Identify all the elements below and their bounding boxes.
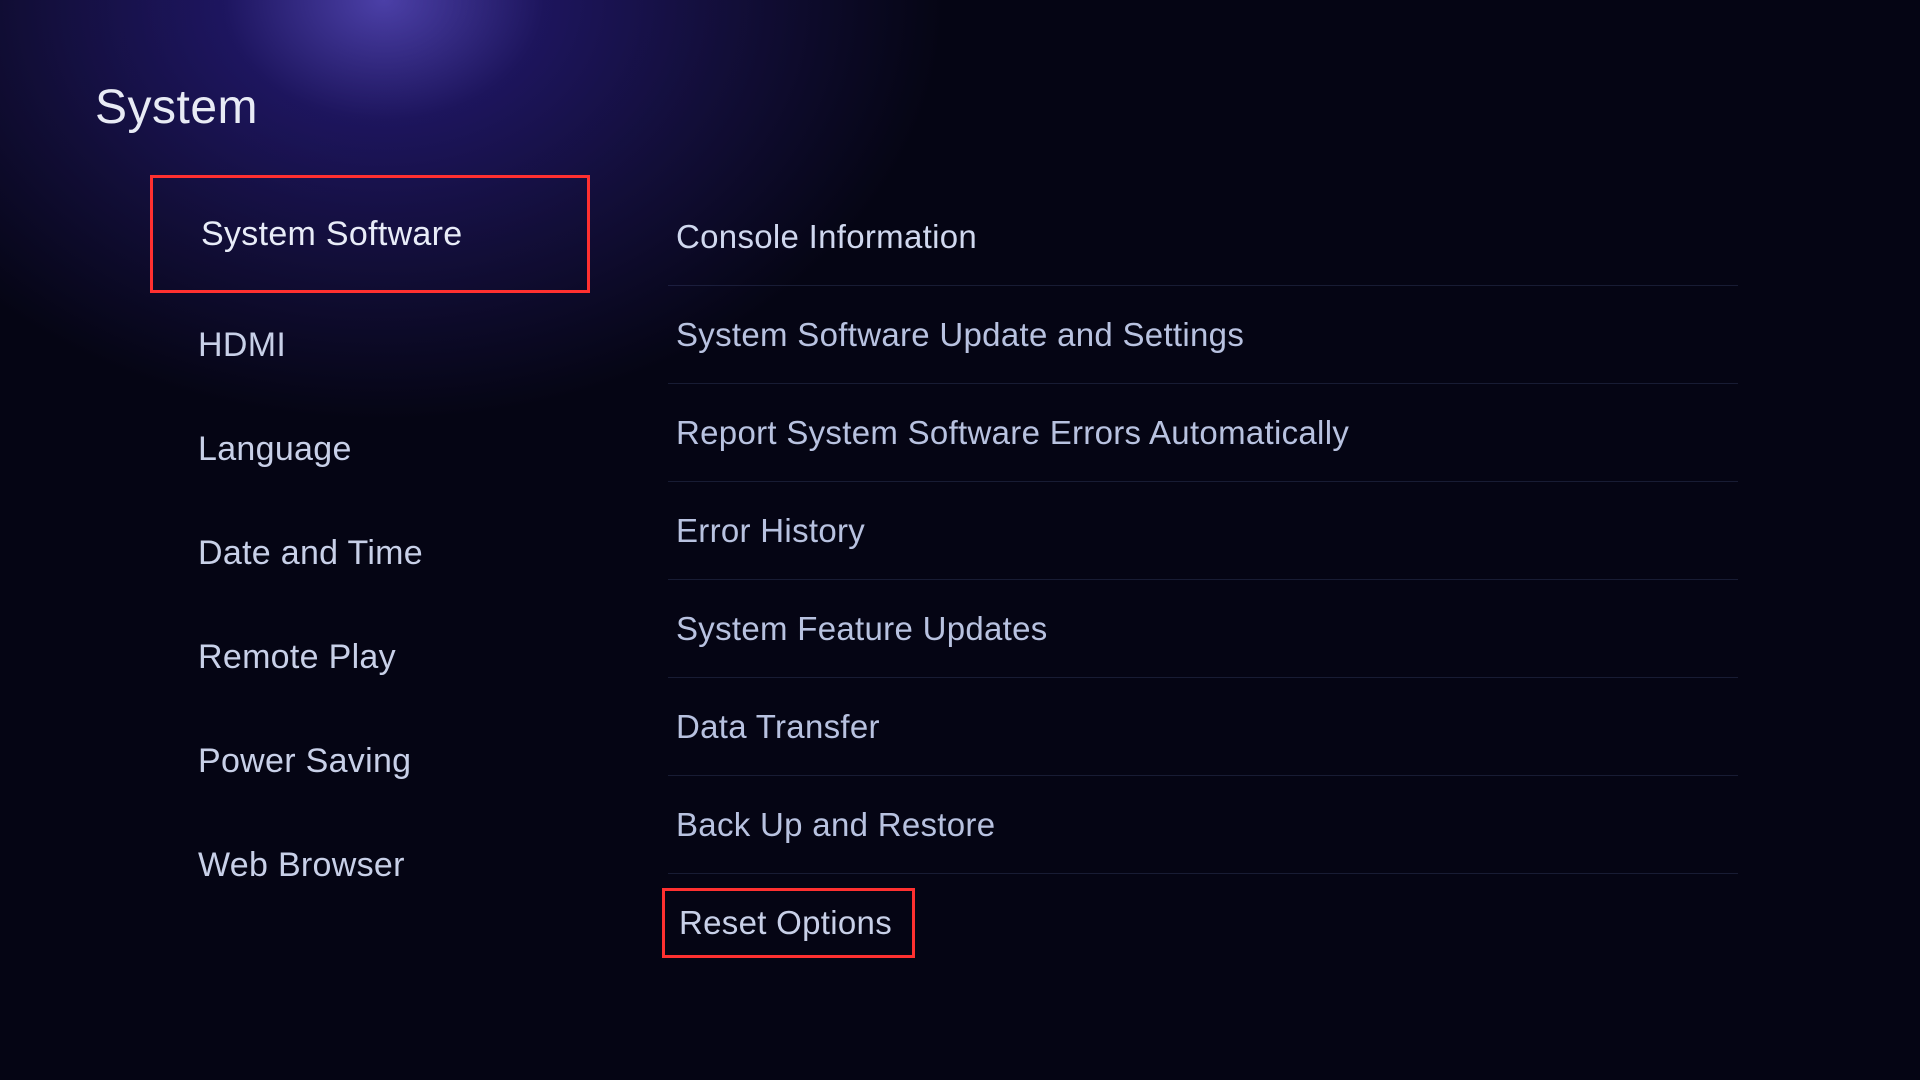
content-item-label: Report System Software Errors Automatica… xyxy=(676,414,1349,452)
content-item-label: System Feature Updates xyxy=(676,610,1048,648)
sidebar-item-web-browser[interactable]: Web Browser xyxy=(150,813,590,917)
sidebar-item-label: Remote Play xyxy=(198,638,396,677)
sidebar-item-power-saving[interactable]: Power Saving xyxy=(150,709,590,813)
sidebar-item-hdmi[interactable]: HDMI xyxy=(150,293,590,397)
content-item-label: Data Transfer xyxy=(676,708,880,746)
sidebar-item-label: Power Saving xyxy=(198,742,411,781)
sidebar-item-language[interactable]: Language xyxy=(150,397,590,501)
sidebar-item-label: HDMI xyxy=(198,326,286,365)
sidebar-item-date-and-time[interactable]: Date and Time xyxy=(150,501,590,605)
sidebar-item-label: System Software xyxy=(201,215,462,254)
content-item-report-errors[interactable]: Report System Software Errors Automatica… xyxy=(668,384,1738,482)
sidebar-item-remote-play[interactable]: Remote Play xyxy=(150,605,590,709)
sidebar-item-label: Language xyxy=(198,430,352,469)
content-item-system-feature-updates[interactable]: System Feature Updates xyxy=(668,580,1738,678)
page-title: System xyxy=(95,80,258,135)
content-item-label: System Software Update and Settings xyxy=(676,316,1244,354)
content-item-console-information[interactable]: Console Information xyxy=(668,188,1738,286)
content-item-reset-options[interactable]: Reset Options xyxy=(662,888,915,958)
content-item-error-history[interactable]: Error History xyxy=(668,482,1738,580)
sidebar-item-label: Date and Time xyxy=(198,534,423,573)
content-panel: Console Information System Software Upda… xyxy=(668,188,1738,958)
sidebar-item-system-software[interactable]: System Software xyxy=(150,175,590,293)
content-item-label: Console Information xyxy=(676,218,977,256)
sidebar: System Software HDMI Language Date and T… xyxy=(150,175,590,917)
content-item-data-transfer[interactable]: Data Transfer xyxy=(668,678,1738,776)
content-item-system-software-update[interactable]: System Software Update and Settings xyxy=(668,286,1738,384)
sidebar-item-label: Web Browser xyxy=(198,846,405,885)
content-item-back-up-restore[interactable]: Back Up and Restore xyxy=(668,776,1738,874)
content-item-label: Error History xyxy=(676,512,865,550)
content-item-label: Reset Options xyxy=(679,904,892,942)
content-item-label: Back Up and Restore xyxy=(676,806,995,844)
